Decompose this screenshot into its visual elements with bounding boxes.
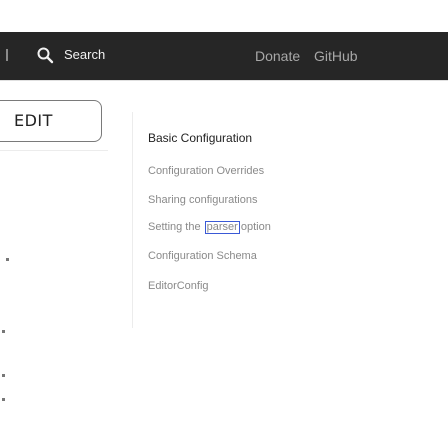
search-icon[interactable] bbox=[36, 46, 54, 64]
top-header: Search Donate GitHub bbox=[0, 0, 448, 112]
navbar: Search Donate GitHub bbox=[0, 32, 448, 80]
highlighted-parser-term: parser bbox=[204, 221, 240, 234]
doc-link-schema[interactable]: Configuration Schema bbox=[148, 250, 257, 262]
donate-link[interactable]: Donate bbox=[255, 47, 300, 65]
doc-link-sharing[interactable]: Sharing configurations bbox=[148, 194, 257, 206]
doc-link-parser-option[interactable]: Setting the parser option bbox=[148, 221, 271, 234]
doc-link-overrides[interactable]: Configuration Overrides bbox=[148, 165, 264, 177]
header-divider bbox=[0, 80, 448, 81]
edge-mark bbox=[2, 330, 5, 333]
github-link[interactable]: GitHub bbox=[314, 47, 358, 65]
search-button[interactable]: Search bbox=[64, 46, 105, 64]
doc-link-editorconfig[interactable]: EditorConfig bbox=[148, 280, 209, 292]
edge-mark bbox=[6, 258, 9, 261]
edge-mark bbox=[2, 398, 5, 401]
edge-mark bbox=[2, 374, 5, 377]
left-divider bbox=[0, 150, 108, 151]
edit-button[interactable]: EDIT bbox=[0, 100, 102, 142]
edit-label: EDIT bbox=[14, 111, 53, 130]
docs-divider bbox=[132, 112, 133, 328]
doc-link-part: option bbox=[240, 221, 271, 233]
doc-link-part: Setting the bbox=[148, 221, 201, 233]
nav-edge-mark bbox=[6, 49, 8, 61]
doc-title: Basic Configuration bbox=[148, 131, 253, 145]
